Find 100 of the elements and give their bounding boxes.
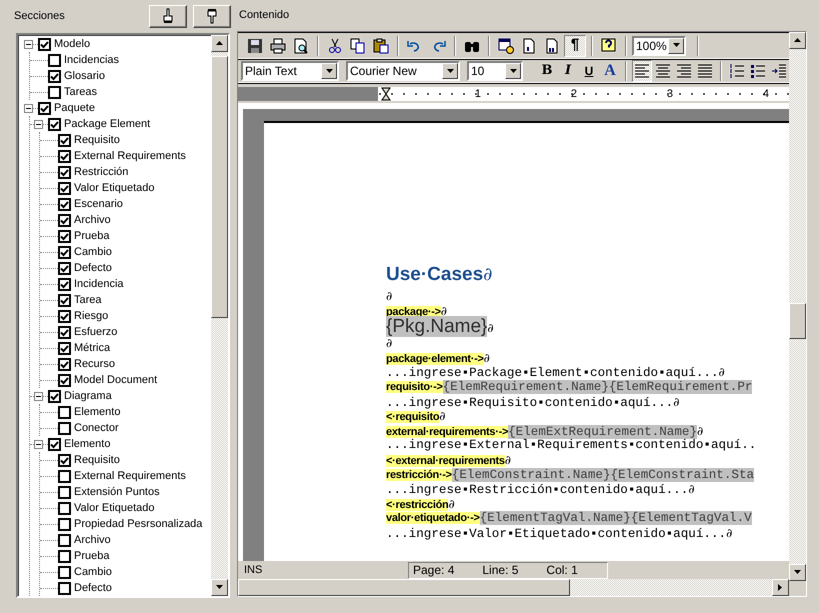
tree-checkbox[interactable] <box>58 342 71 354</box>
color-button[interactable]: A <box>600 60 620 82</box>
tree-item[interactable]: Tarea <box>74 292 102 308</box>
collapse-toggle[interactable] <box>24 40 33 49</box>
tree-checkbox[interactable] <box>58 326 71 338</box>
tree-checkbox[interactable] <box>58 166 71 178</box>
tree-checkbox[interactable] <box>58 310 71 322</box>
tree-item[interactable]: Incidencia <box>74 276 124 292</box>
tree-item[interactable]: Prueba <box>74 548 110 564</box>
style-dropdown[interactable]: Plain Text <box>241 61 339 81</box>
tree-item[interactable]: Model Document <box>74 372 158 388</box>
tree-checkbox[interactable] <box>58 198 71 210</box>
tree-item[interactable]: Extensión Puntos <box>74 484 160 500</box>
tree-checkbox[interactable] <box>48 438 61 450</box>
tree-item[interactable]: Archivo <box>74 532 111 548</box>
tree-item[interactable]: Requisito <box>74 452 120 468</box>
tree-item[interactable]: Archivo <box>74 212 111 228</box>
tree-checkbox[interactable] <box>48 390 61 402</box>
tree-checkbox[interactable] <box>58 134 71 146</box>
tree-checkbox[interactable] <box>58 150 71 162</box>
tree-checkbox[interactable] <box>48 118 61 130</box>
tree-item[interactable]: Defecto <box>74 580 112 596</box>
scroll-up-button[interactable] <box>211 35 228 52</box>
tree-checkbox[interactable] <box>58 278 71 290</box>
tree-checkbox[interactable] <box>38 38 51 50</box>
scroll-thumb[interactable] <box>238 579 570 596</box>
tree-item[interactable]: Elemento <box>74 404 120 420</box>
scroll-right-button[interactable] <box>772 579 789 596</box>
align-left-button[interactable] <box>632 60 652 82</box>
text-button[interactable]: ¶ <box>564 34 586 56</box>
tree-checkbox[interactable] <box>58 406 71 418</box>
font-size-dropdown[interactable]: 10 <box>467 61 523 81</box>
tree-checkbox[interactable] <box>58 182 71 194</box>
tree-checkbox[interactable] <box>58 518 71 530</box>
tree-checkbox[interactable] <box>58 566 71 578</box>
collapse-toggle[interactable] <box>34 440 43 449</box>
tree-checkbox[interactable] <box>48 54 61 66</box>
scroll-up-button[interactable] <box>789 32 806 49</box>
collapse-toggle[interactable] <box>24 104 33 113</box>
tree-item[interactable]: Tareas <box>64 84 98 100</box>
tree-item[interactable]: Diagrama <box>64 388 112 404</box>
tree-item[interactable]: Incidencias <box>64 52 120 68</box>
merge-field[interactable]: {ElemConstraint.Name}{ElemConstraint.Sta <box>452 468 754 482</box>
tree-checkbox[interactable] <box>58 422 71 434</box>
font-dropdown[interactable]: Courier New <box>346 61 460 81</box>
tree-item[interactable]: Paquete <box>54 100 95 116</box>
tree-item[interactable]: Esfuerzo <box>74 324 118 340</box>
tree-checkbox[interactable] <box>48 86 61 98</box>
tree-checkbox[interactable] <box>58 534 71 546</box>
tree-item[interactable]: Glosario <box>64 68 105 84</box>
collapse-toggle[interactable] <box>34 120 43 129</box>
tree-checkbox[interactable] <box>58 262 71 274</box>
tree-checkbox[interactable] <box>58 230 71 242</box>
merge-field[interactable]: {ElemRequirement.Name}{ElemRequirement.Pr <box>442 380 752 394</box>
tree-item[interactable]: Package Element <box>64 116 150 132</box>
scroll-thumb[interactable] <box>789 303 806 339</box>
move-up-button[interactable] <box>149 4 187 28</box>
tree-item[interactable]: Riesgo <box>74 308 108 324</box>
tree-item[interactable]: Propiedad Pesrsonalizada <box>74 516 202 532</box>
tree-item[interactable]: Valor Etiquetado <box>74 500 155 516</box>
tree-checkbox[interactable] <box>58 246 71 258</box>
tree-checkbox[interactable] <box>58 214 71 226</box>
italic-button[interactable]: I <box>558 60 578 82</box>
tree-item[interactable]: Cambio <box>74 244 112 260</box>
tree-item[interactable]: Restricción <box>74 164 128 180</box>
tree-item[interactable]: Defecto <box>74 260 112 276</box>
tree-checkbox[interactable] <box>58 486 71 498</box>
merge-field[interactable]: {ElementTagVal.Name}{ElementTagVal.V <box>480 511 752 526</box>
move-down-button[interactable] <box>193 4 231 28</box>
tree-checkbox[interactable] <box>58 582 71 594</box>
tree-checkbox[interactable] <box>58 502 71 514</box>
tree-item[interactable]: Requisito <box>74 132 120 148</box>
tree-item[interactable]: Conector <box>74 420 119 436</box>
underline-button[interactable]: U <box>579 60 599 82</box>
tree-checkbox[interactable] <box>58 454 71 466</box>
tree-item[interactable]: Prueba <box>74 228 110 244</box>
scroll-down-button[interactable] <box>789 564 806 581</box>
tree-item[interactable]: Cambio <box>74 564 112 580</box>
tree-checkbox[interactable] <box>58 374 71 386</box>
merge-field[interactable]: {ElemExtRequirement.Name} <box>508 424 698 439</box>
scroll-down-button[interactable] <box>211 579 228 596</box>
collapse-toggle[interactable] <box>34 392 43 401</box>
tree-item[interactable]: Modelo <box>54 36 90 52</box>
merge-field[interactable]: {Pkg.Name} <box>386 316 488 338</box>
tree-item[interactable]: Métrica <box>74 340 110 356</box>
tree-item[interactable]: Valor Etiquetado <box>74 180 155 196</box>
vertical-scrollbar[interactable] <box>211 35 228 596</box>
tree-checkbox[interactable] <box>48 70 61 82</box>
scroll-thumb[interactable] <box>211 56 228 318</box>
tree-checkbox[interactable] <box>38 102 51 114</box>
zoom-dropdown[interactable]: 100% <box>632 36 686 56</box>
bold-button[interactable]: B <box>537 60 557 82</box>
horizontal-scrollbar[interactable] <box>238 579 789 596</box>
tree-item[interactable]: Elemento <box>64 436 110 452</box>
tree-item[interactable]: Escenario <box>74 196 123 212</box>
tree-item[interactable]: External Requirements <box>74 148 186 164</box>
tree-checkbox[interactable] <box>58 294 71 306</box>
tree-checkbox[interactable] <box>58 358 71 370</box>
indent-marker[interactable] <box>381 87 391 101</box>
tree-checkbox[interactable] <box>58 550 71 562</box>
